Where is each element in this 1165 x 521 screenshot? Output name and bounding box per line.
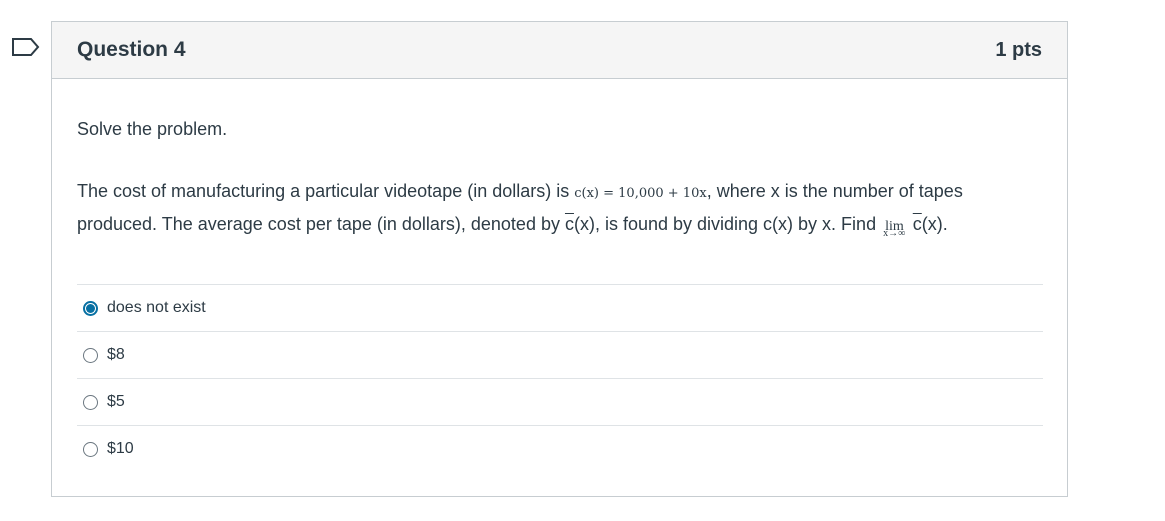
question-title: Question 4	[77, 38, 186, 61]
problem-text-part: (x).	[921, 214, 948, 234]
answer-label: $8	[107, 346, 125, 363]
question-instruction: Solve the problem.	[77, 119, 228, 139]
answer-label: $10	[107, 440, 134, 457]
problem-text-part: (x), is found by dividing c(x) by x. Fin…	[573, 214, 882, 234]
answer-option[interactable]: $8	[77, 331, 1043, 378]
question-problem-text: The cost of manufacturing a particular v…	[77, 176, 1047, 242]
answer-option[interactable]: $10	[77, 425, 1043, 472]
radio-button[interactable]	[83, 441, 98, 457]
lim-subscript: x→∞	[883, 228, 906, 239]
flag-question-icon[interactable]	[11, 37, 41, 57]
radio-button[interactable]	[83, 394, 98, 410]
question-points: 1 pts	[995, 38, 1042, 61]
question-header: Question 4 1 pts	[52, 22, 1067, 79]
answer-label: $5	[107, 393, 125, 410]
cbar-symbol: c	[564, 214, 574, 234]
answer-list: does not exist $8 $5 $10	[77, 284, 1043, 472]
problem-text-part: The cost of manufacturing a particular v…	[77, 181, 575, 201]
cbar-symbol-end: c	[912, 214, 922, 234]
cost-formula: c(x) = 10,000 + 10x	[574, 186, 707, 201]
radio-dot	[86, 303, 95, 313]
answer-label: does not exist	[107, 299, 206, 316]
answer-option[interactable]: $5	[77, 378, 1043, 425]
question-card: Question 4 1 pts Solve the problem. The …	[51, 21, 1068, 497]
radio-button-selected[interactable]	[83, 300, 98, 316]
limit-expression: lim x→∞	[883, 212, 906, 242]
answer-option[interactable]: does not exist	[77, 284, 1043, 331]
radio-button[interactable]	[83, 347, 98, 363]
